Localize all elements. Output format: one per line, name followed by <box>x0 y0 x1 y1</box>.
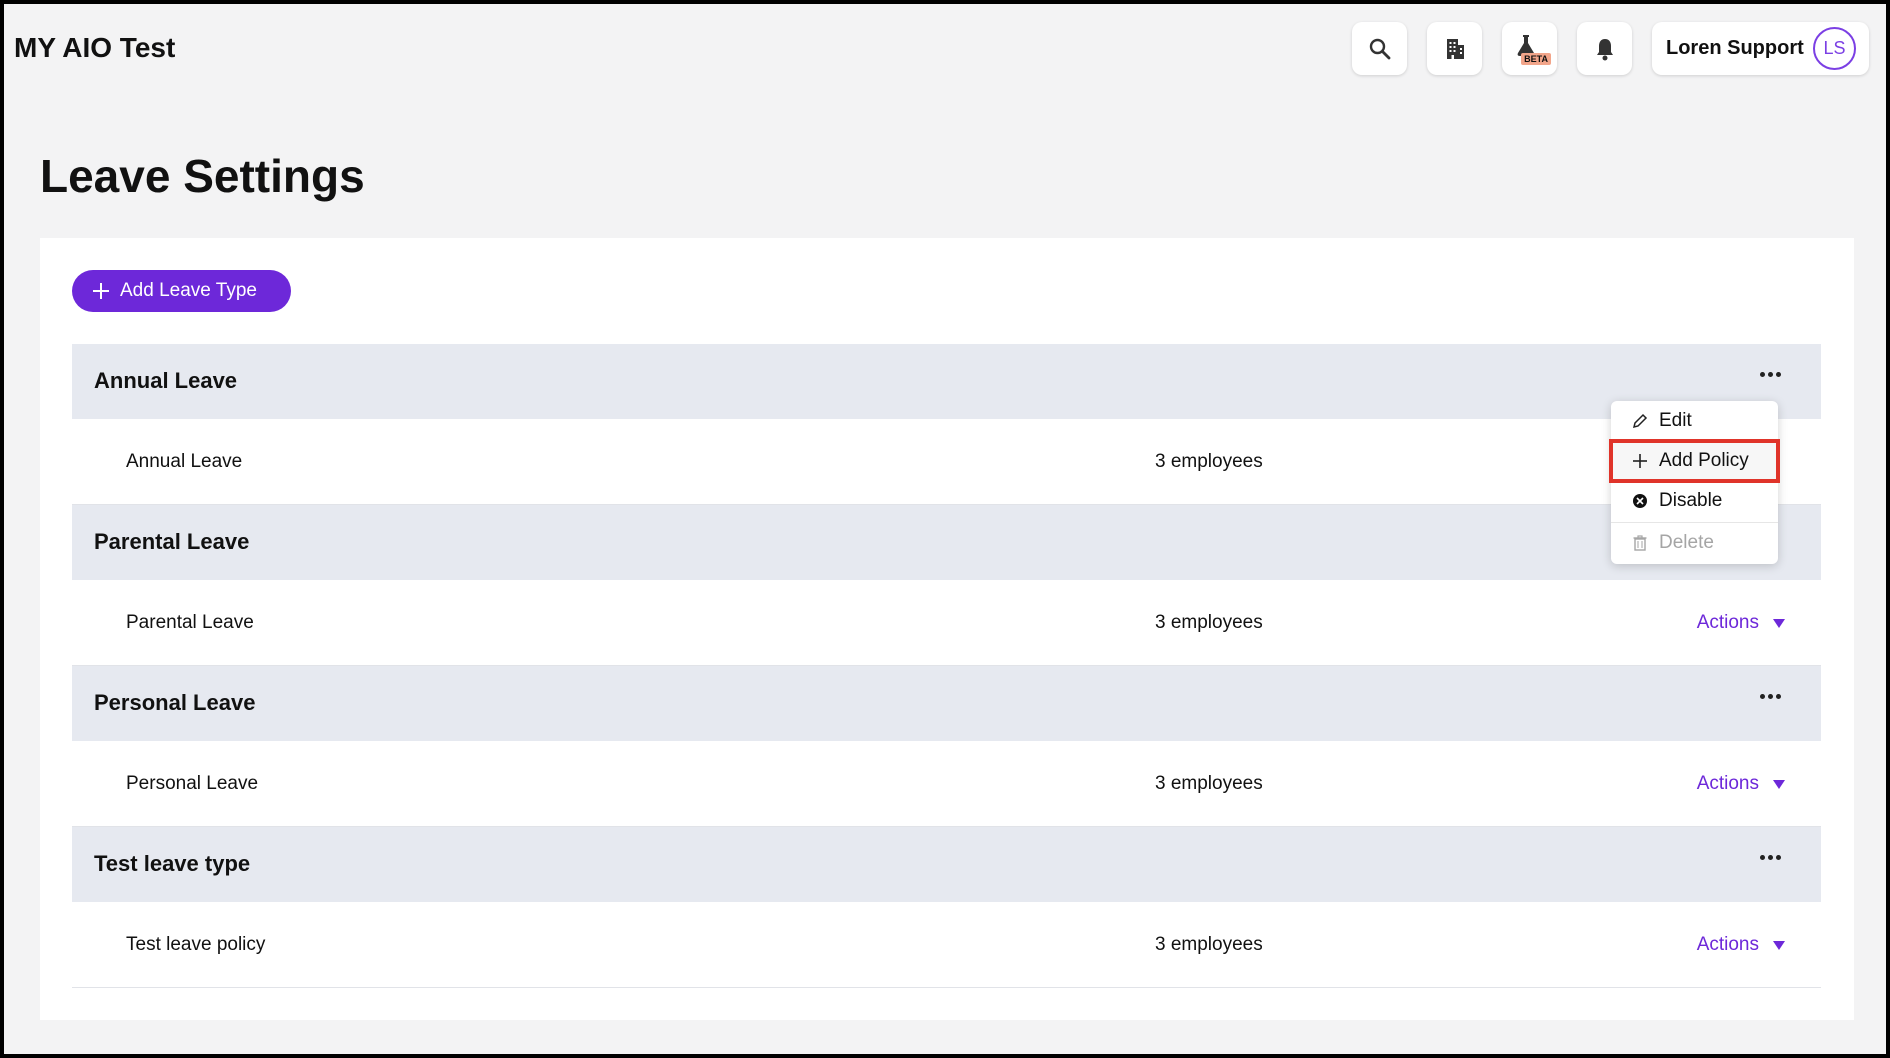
policy-row: Test leave policy 3 employees Actions <box>72 902 1821 988</box>
employee-count: 3 employees <box>1155 773 1263 794</box>
policy-row: Annual Leave 3 employees <box>72 419 1821 505</box>
app-title: MY AIO Test <box>14 32 176 63</box>
policy-name: Personal Leave <box>126 773 259 794</box>
group-title: Parental Leave <box>94 529 250 554</box>
menu-item-delete: Delete <box>1611 523 1778 563</box>
more-options-button[interactable] <box>1760 694 1781 699</box>
avatar: LS <box>1813 27 1856 70</box>
more-options-button[interactable] <box>1760 372 1781 377</box>
group-header-parental-leave: Parental Leave <box>72 505 1821 580</box>
menu-item-add-policy[interactable]: Add Policy <box>1609 439 1780 483</box>
group-header-annual-leave: Annual Leave <box>72 344 1821 419</box>
caret-down-icon <box>1773 940 1785 950</box>
policy-name: Parental Leave <box>126 612 254 633</box>
actions-label: Actions <box>1696 934 1759 955</box>
group-header-test-leave-type: Test leave type <box>72 827 1821 902</box>
menu-item-label: Disable <box>1659 490 1723 511</box>
user-menu-button[interactable]: Loren Support LS <box>1652 22 1869 75</box>
group-options-menu: Edit Add Policy Disable Delete <box>1609 401 1780 564</box>
menu-item-disable[interactable]: Disable <box>1611 481 1778 521</box>
policy-name: Test leave policy <box>126 934 266 955</box>
bell-icon <box>1595 37 1615 61</box>
more-options-button[interactable] <box>1760 855 1781 860</box>
building-icon <box>1444 37 1466 61</box>
app-frame: MY AIO Test BETA Loren Support LS Leave … <box>0 0 1890 1058</box>
company-button[interactable] <box>1427 22 1482 75</box>
plus-icon <box>92 282 110 300</box>
employee-count: 3 employees <box>1155 612 1263 633</box>
plus-icon <box>1631 453 1649 469</box>
beta-badge: BETA <box>1521 53 1551 65</box>
caret-down-icon <box>1773 618 1785 628</box>
menu-item-label: Edit <box>1659 410 1692 431</box>
group-title: Personal Leave <box>94 690 256 715</box>
caret-down-icon <box>1773 779 1785 789</box>
pencil-icon <box>1631 413 1649 429</box>
search-icon <box>1368 37 1392 61</box>
labs-beta-button[interactable]: BETA <box>1502 22 1557 75</box>
page-title: Leave Settings <box>40 150 365 202</box>
group-title: Annual Leave <box>94 368 238 393</box>
add-leave-type-label: Add Leave Type <box>120 280 257 301</box>
actions-dropdown[interactable]: Actions <box>1697 612 1785 634</box>
menu-item-edit[interactable]: Edit <box>1611 401 1778 441</box>
group-header-personal-leave: Personal Leave <box>72 666 1821 741</box>
trash-icon <box>1631 535 1649 551</box>
menu-item-label: Delete <box>1659 532 1714 553</box>
employee-count: 3 employees <box>1155 934 1263 955</box>
menu-item-label: Add Policy <box>1659 450 1749 471</box>
policy-name: Annual Leave <box>126 451 243 472</box>
policy-row: Parental Leave 3 employees Actions <box>72 580 1821 666</box>
actions-dropdown[interactable]: Actions <box>1697 934 1785 956</box>
user-name: Loren Support <box>1666 37 1804 59</box>
actions-dropdown[interactable]: Actions <box>1697 773 1785 795</box>
search-button[interactable] <box>1352 22 1407 75</box>
add-leave-type-button[interactable]: Add Leave Type <box>72 270 291 312</box>
x-circle-icon <box>1631 493 1649 509</box>
notifications-button[interactable] <box>1577 22 1632 75</box>
group-title: Test leave type <box>94 851 251 876</box>
actions-label: Actions <box>1696 612 1759 633</box>
policy-row: Personal Leave 3 employees Actions <box>72 741 1821 827</box>
actions-label: Actions <box>1696 773 1759 794</box>
employee-count: 3 employees <box>1155 451 1263 472</box>
